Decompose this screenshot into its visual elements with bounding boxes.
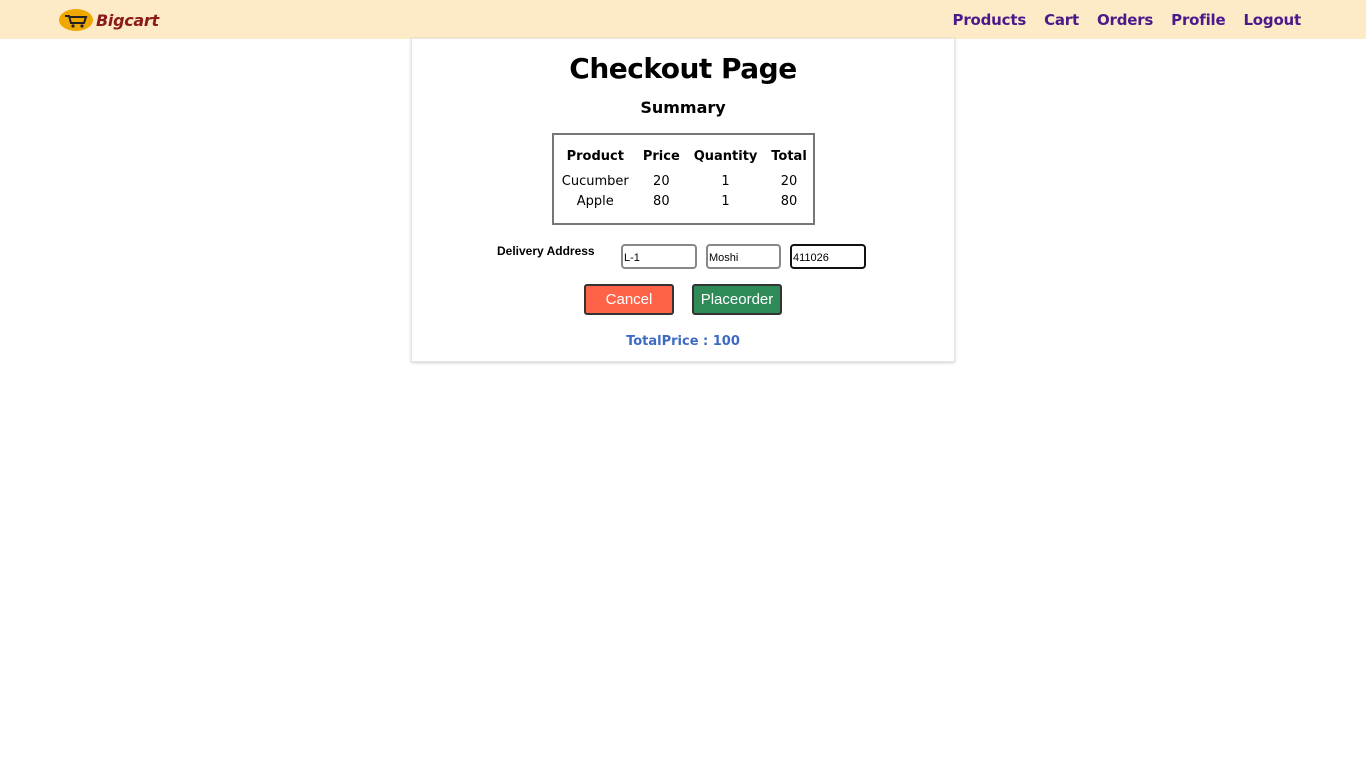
- brand[interactable]: Bigcart: [58, 6, 159, 34]
- address-city-input[interactable]: [706, 244, 781, 269]
- cell-price: 20: [653, 174, 670, 189]
- nav-link-cart[interactable]: Cart: [1044, 11, 1079, 29]
- table-row: Cucumber 20 1 20: [554, 172, 813, 192]
- brand-name: Bigcart: [96, 10, 159, 30]
- nav-link-orders[interactable]: Orders: [1097, 11, 1153, 29]
- delivery-address-label: Delivery Address: [497, 244, 595, 258]
- header-quantity: Quantity: [693, 149, 758, 164]
- page-title: Checkout Page: [569, 52, 797, 85]
- nav-link-profile[interactable]: Profile: [1171, 11, 1225, 29]
- header-total: Total: [771, 149, 807, 164]
- address-pincode-input[interactable]: [790, 244, 866, 269]
- place-order-button[interactable]: Placeorder: [692, 284, 782, 315]
- table-row: Apple 80 1 80: [554, 192, 813, 212]
- navbar: Bigcart Products Cart Orders Profile Log…: [0, 0, 1366, 39]
- address-line1-input[interactable]: [621, 244, 697, 269]
- header-product: Product: [566, 149, 624, 164]
- header-price: Price: [642, 149, 680, 164]
- cell-quantity: 1: [721, 194, 730, 209]
- cell-price: 80: [653, 194, 670, 209]
- cart-logo-icon: [59, 9, 93, 31]
- summary-table: Product Price Quantity Total Cucumber 20…: [552, 133, 815, 225]
- summary-title: Summary: [640, 98, 726, 117]
- cell-product: Apple: [576, 194, 614, 209]
- cell-total: 80: [780, 194, 798, 209]
- cell-total: 20: [780, 174, 798, 189]
- nav-link-products[interactable]: Products: [953, 11, 1027, 29]
- nav-link-logout[interactable]: Logout: [1243, 11, 1301, 29]
- total-price: TotalPrice : 100: [626, 334, 740, 349]
- checkout-card: Checkout Page Summary Product Price Quan…: [411, 38, 955, 362]
- table-header-row: Product Price Quantity Total: [554, 135, 813, 172]
- cell-quantity: 1: [721, 174, 730, 189]
- cancel-button[interactable]: Cancel: [584, 284, 674, 315]
- nav-links: Products Cart Orders Profile Logout: [935, 0, 1302, 39]
- cell-product: Cucumber: [561, 174, 629, 189]
